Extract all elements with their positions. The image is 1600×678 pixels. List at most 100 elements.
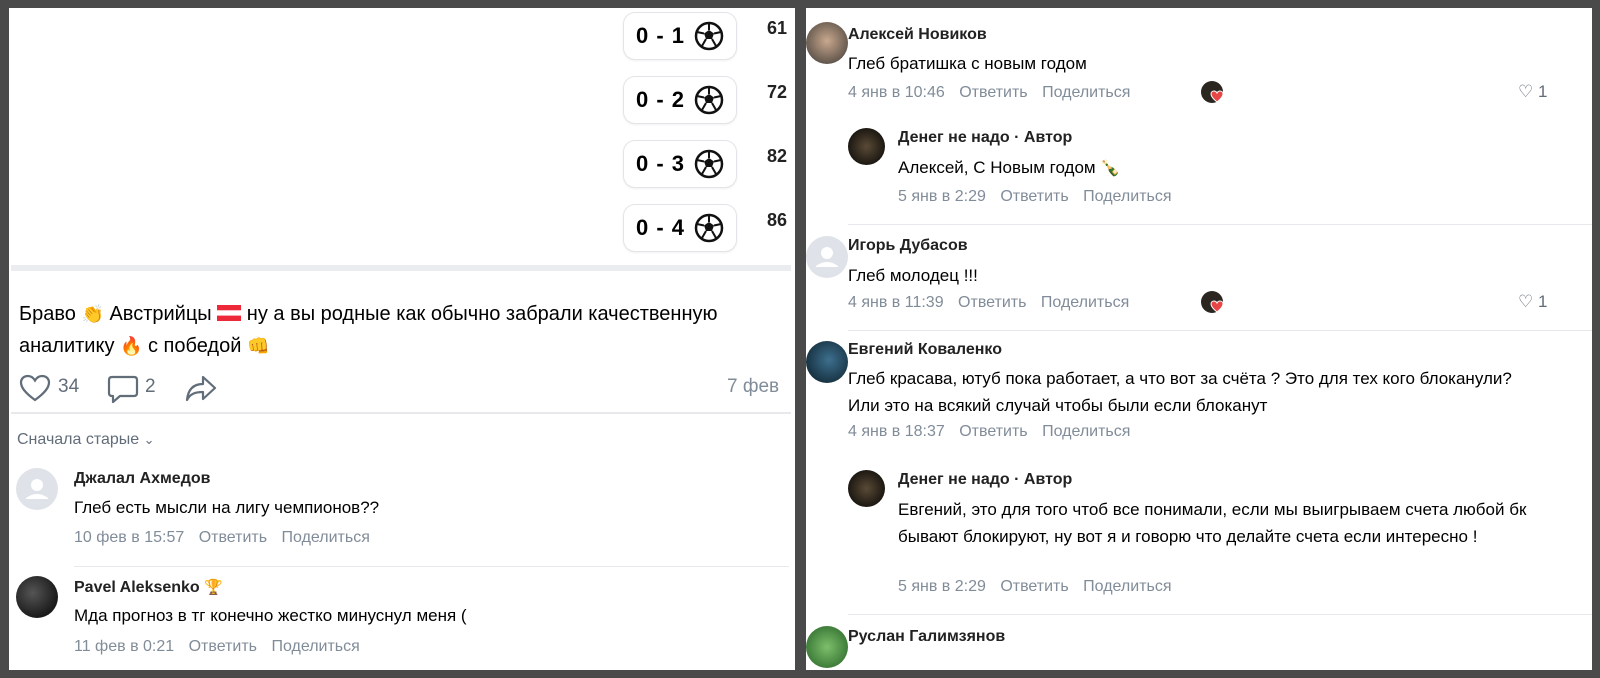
divider (74, 566, 789, 567)
comment-meta: 5 янв в 2:29 Ответить Поделиться (898, 578, 1172, 596)
score-percent: 86 (767, 210, 788, 230)
comment-author[interactable]: Джалал Ахмедов (74, 470, 210, 488)
score-percent: 72 (767, 82, 788, 102)
score-option[interactable]: 0 - 2 (623, 76, 737, 124)
comment-author[interactable]: Pavel Aleksenko 🏆 (74, 578, 223, 597)
author-liked-icon (1201, 291, 1224, 313)
comment-date[interactable]: 11 фев в 0:21 (74, 638, 174, 655)
share-button[interactable]: Поделиться (271, 638, 359, 655)
comment-date[interactable]: 5 янв в 2:29 (898, 578, 986, 595)
comment-meta: 11 фев в 0:21 Ответить Поделиться (74, 638, 360, 656)
score-percent: 82 (767, 146, 788, 166)
post-text-part: аналитику (19, 335, 115, 357)
user-placeholder-icon (816, 247, 838, 267)
comment-date[interactable]: 4 янв в 11:39 (848, 294, 944, 311)
sort-label: Сначала старые (17, 431, 140, 448)
avatar[interactable] (806, 236, 848, 278)
avatar[interactable] (16, 468, 58, 510)
comment-date[interactable]: 4 янв в 10:46 (848, 84, 945, 101)
score-label: 0 - 2 (636, 87, 686, 112)
reply-button[interactable]: Ответить (199, 529, 267, 546)
comment-count: 2 (145, 376, 156, 397)
reply-button[interactable]: Ответить (1000, 578, 1068, 595)
soccer-ball-icon (694, 149, 724, 179)
share-button[interactable]: Поделиться (282, 529, 370, 546)
reply-button[interactable]: Ответить (959, 84, 1027, 101)
score-option[interactable]: 0 - 3 (623, 140, 737, 188)
avatar[interactable] (806, 22, 848, 64)
share-button[interactable]: Поделиться (1083, 578, 1171, 595)
reply-button[interactable]: Ответить (189, 638, 257, 655)
author-liked-icon (1201, 81, 1224, 103)
reply-button[interactable]: Ответить (1000, 188, 1068, 205)
right-panel: Алексей Новиков Глеб братишка с новым го… (806, 8, 1592, 670)
heart-icon: ♡ (1518, 82, 1534, 101)
divider (848, 224, 1592, 225)
reply-button[interactable]: Ответить (958, 294, 1026, 311)
post-text-part: Австрийцы (109, 303, 212, 325)
comment-icon[interactable] (107, 374, 139, 404)
score-label: 0 - 3 (636, 151, 686, 176)
share-button[interactable]: Поделиться (1042, 423, 1130, 440)
austria-flag-icon (217, 305, 242, 321)
share-button[interactable]: Поделиться (1042, 84, 1130, 101)
score-label: 0 - 4 (636, 215, 686, 240)
soccer-ball-icon (694, 85, 724, 115)
comment-author[interactable]: Алексей Новиков (848, 26, 987, 44)
avatar[interactable] (848, 470, 885, 507)
divider (848, 330, 1592, 331)
comment-author[interactable]: Евгений Коваленко (848, 341, 1002, 359)
soccer-ball-icon (694, 21, 724, 51)
like-count: 34 (58, 376, 80, 397)
comment-date[interactable]: 10 фев в 15:57 (74, 529, 184, 546)
comment-author[interactable]: Денег не надо · Автор (898, 129, 1072, 147)
post-text-part: Браво (19, 303, 76, 325)
avatar[interactable] (806, 341, 848, 383)
share-button[interactable]: Поделиться (1083, 188, 1171, 205)
avatar[interactable] (16, 576, 58, 618)
like-count: 1 (1537, 82, 1548, 101)
soccer-ball-icon (694, 213, 724, 243)
score-label: 0 - 1 (636, 23, 686, 48)
comment-meta: 4 янв в 10:46 Ответить Поделиться (848, 84, 1130, 102)
like-button[interactable]: ♡ 1 (1518, 292, 1547, 312)
reply-button[interactable]: Ответить (959, 423, 1027, 440)
score-option[interactable]: 0 - 1 (623, 12, 737, 60)
comment-author[interactable]: Руслан Галимзянов (848, 628, 1005, 646)
fire-icon: 🔥 (120, 336, 143, 356)
share-button[interactable]: Поделиться (1041, 294, 1129, 311)
comment-text: Глеб есть мысли на лигу чемпионов?? (74, 498, 380, 517)
post-text-part: с победой (148, 335, 242, 357)
divider (848, 614, 1592, 615)
comment-meta: 5 янв в 2:29 Ответить Поделиться (898, 188, 1172, 206)
comment-text: Алексей, С Новым годом 🍾 (898, 154, 1120, 182)
share-icon[interactable] (185, 374, 217, 402)
avatar[interactable] (848, 128, 885, 165)
author-name: Pavel Aleksenko (74, 579, 200, 596)
avatar[interactable] (806, 626, 848, 668)
comment-text: Глеб красава, ютуб пока работает, а что … (848, 369, 1512, 415)
chevron-down-icon: ⌄ (143, 432, 155, 447)
like-count: 1 (1537, 292, 1548, 311)
comment-meta: 10 фев в 15:57 Ответить Поделиться (74, 529, 370, 547)
fist-icon: 👊 (246, 336, 270, 356)
user-placeholder-icon (26, 479, 48, 499)
comment-author[interactable]: Денег не надо · Автор (898, 471, 1072, 489)
comment-text-body: Алексей, С Новым годом (898, 158, 1096, 177)
like-icon[interactable] (19, 374, 51, 402)
comment-meta: 4 янв в 18:37 Ответить Поделиться (848, 423, 1130, 441)
comment-date[interactable]: 5 янв в 2:29 (898, 188, 986, 205)
comment-text: Глеб молодец !!! (848, 266, 978, 285)
score-option[interactable]: 0 - 4 (623, 204, 737, 252)
post-date: 7 фев (727, 376, 780, 397)
divider (11, 412, 791, 414)
like-button[interactable]: ♡ 1 (1518, 82, 1547, 102)
sort-dropdown[interactable]: Сначала старые ⌄ (17, 431, 155, 449)
comment-date[interactable]: 4 янв в 18:37 (848, 423, 945, 440)
comment-author[interactable]: Игорь Дубасов (848, 237, 968, 255)
comment-text: Евгений, это для того чтоб все понимали,… (898, 500, 1527, 546)
left-panel: 0 - 1 61 0 - 2 72 0 - 3 82 0 - 4 86 Брав… (9, 8, 795, 670)
clapping-hands-icon: 👏 (81, 304, 104, 324)
comment-text: Глеб братишка с новым годом (848, 54, 1087, 73)
comment-meta: 4 янв в 11:39 Ответить Поделиться (848, 294, 1129, 312)
